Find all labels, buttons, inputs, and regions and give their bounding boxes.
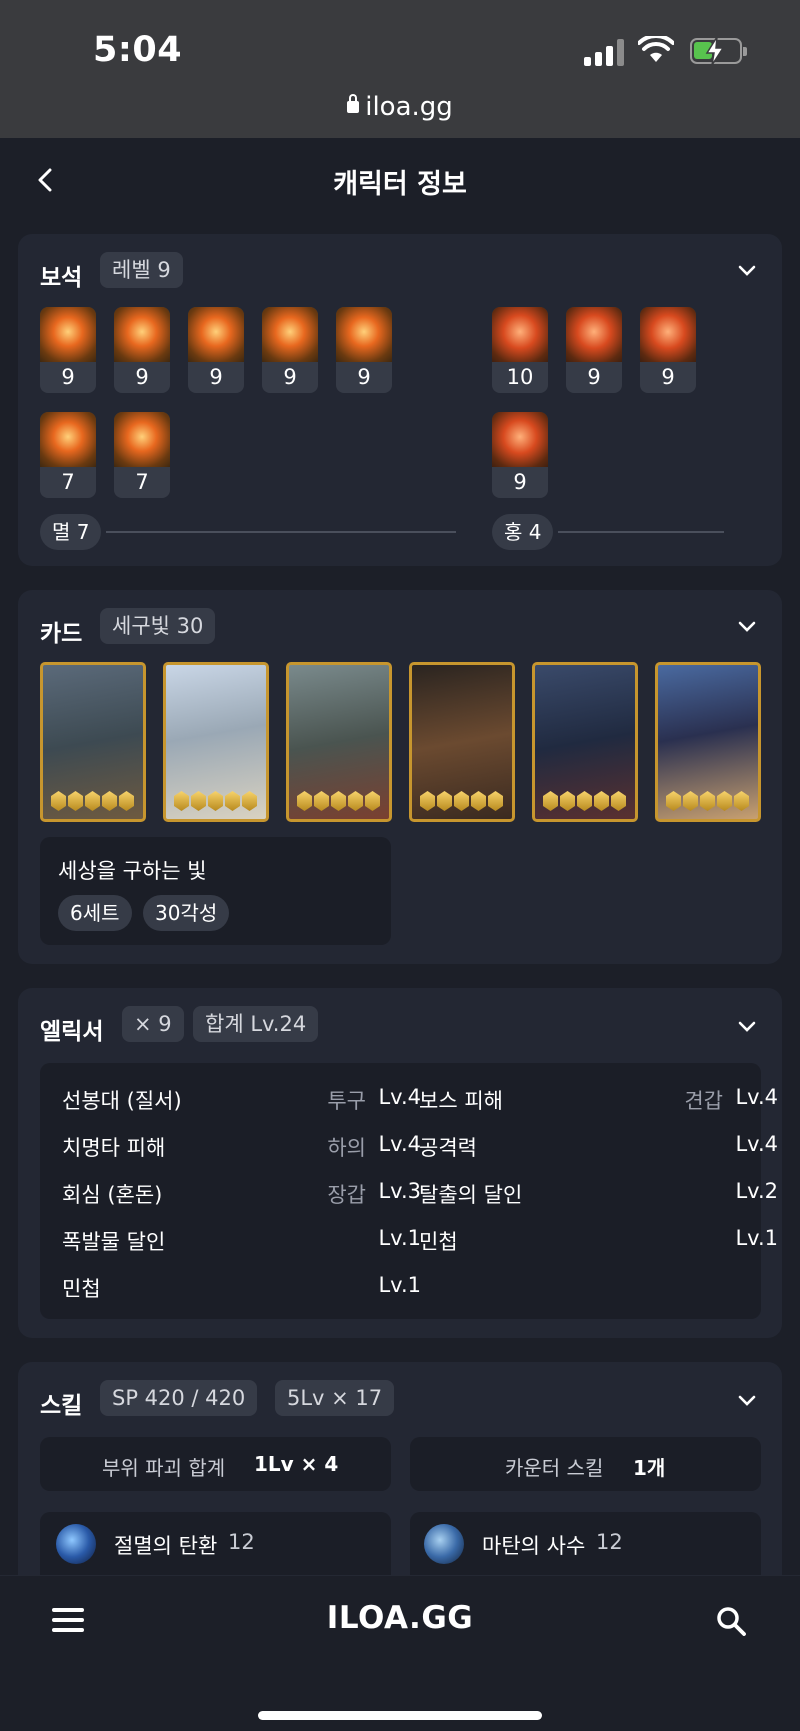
elixir-name: 탈출의 달인 [419, 1183, 523, 1207]
counter-skill-summary: 카운터 스킬 1개 [410, 1437, 761, 1491]
gem-myul[interactable]: 9 [188, 307, 244, 393]
skill-level: 12 [596, 1530, 623, 1554]
home-indicator [258, 1711, 542, 1720]
gem-myul[interactable]: 7 [40, 412, 96, 498]
gem-hong[interactable]: 9 [492, 412, 548, 498]
skill-level: 12 [228, 1530, 255, 1554]
skill-icon [56, 1524, 96, 1564]
app-header: 캐릭터 정보 [0, 138, 800, 224]
elixir-level: Lv.1 [735, 1226, 778, 1250]
elixir-level: Lv.4 [735, 1085, 778, 1109]
card-awaken-gems [297, 791, 380, 811]
lock-icon [347, 94, 360, 113]
elixir-name: 선봉대 (질서) [62, 1089, 182, 1113]
gem-hong[interactable]: 9 [640, 307, 696, 393]
elixir-title: 엘릭서 [40, 1019, 104, 1045]
card-item[interactable] [409, 662, 515, 822]
elixir-name: 공격력 [419, 1136, 477, 1160]
card-item[interactable] [163, 662, 269, 822]
card-set-info: 세상을 구하는 빛 6세트 30각성 [40, 837, 391, 945]
card-awaken-gems [543, 791, 626, 811]
status-bar: 5:04 iloa.gg [0, 0, 800, 138]
elixir-level: Lv.4 [735, 1132, 778, 1156]
skills-title: 스킬 [40, 1393, 83, 1419]
wifi-icon [638, 36, 674, 62]
signal-icon [584, 38, 626, 66]
myul-count-badge: 멸 7 [40, 514, 102, 550]
counter-skill-value: 1개 [633, 1456, 666, 1480]
card-awaken-gems [666, 791, 749, 811]
part-break-summary: 부위 파괴 합계 1Lv × 4 [40, 1437, 391, 1491]
skill-name: 마탄의 사수 [482, 1534, 586, 1558]
page-title: 캐릭터 정보 [333, 169, 467, 200]
gems-title: 보석 [40, 265, 83, 291]
site-logo[interactable]: ILOA.GG [0, 1600, 800, 1636]
elixir-table: 선봉대 (질서) 투구 Lv.4 치명타 피해 하의 Lv.4 회심 (혼돈) … [40, 1063, 778, 1319]
battery-icon [690, 37, 747, 65]
gem-myul[interactable]: 7 [114, 412, 170, 498]
part-break-label: 부위 파괴 합계 [102, 1456, 226, 1480]
divider [106, 531, 456, 533]
elixir-level: Lv.1 [378, 1226, 421, 1250]
skill-icon [424, 1524, 464, 1564]
skill-item[interactable]: 마탄의 사수 12 [410, 1512, 761, 1575]
card-set-name: 세상을 구하는 빛 [58, 859, 207, 883]
card-set-count: 6세트 [58, 895, 132, 931]
card-item[interactable] [655, 662, 761, 822]
cards-title: 카드 [40, 621, 83, 647]
gem-hong[interactable]: 9 [566, 307, 622, 393]
elixir-name: 민첩 [419, 1230, 458, 1254]
gem-myul[interactable]: 9 [262, 307, 318, 393]
status-time: 5:04 [93, 30, 183, 70]
chevron-down-icon[interactable] [738, 618, 756, 636]
elixir-name: 치명타 피해 [62, 1136, 166, 1160]
gem-level-chip: 레벨 9 [100, 252, 183, 288]
chevron-down-icon[interactable] [738, 1392, 756, 1410]
gem-myul[interactable]: 9 [114, 307, 170, 393]
card-item[interactable] [286, 662, 392, 822]
skill-name: 절멸의 탄환 [114, 1534, 218, 1558]
elixir-level: Lv.4 [378, 1132, 421, 1156]
card-set-chip: 세구빛 30 [100, 608, 216, 644]
gem-myul[interactable]: 9 [336, 307, 392, 393]
part-break-value: 1Lv × 4 [254, 1452, 339, 1476]
elixir-level: Lv.4 [378, 1085, 421, 1109]
sp-chip: SP 420 / 420 [100, 1380, 258, 1416]
elixir-level: Lv.3 [378, 1179, 421, 1203]
card-awaken-gems [420, 791, 503, 811]
card-awaken-count: 30각성 [143, 895, 230, 931]
gem-myul[interactable]: 9 [40, 307, 96, 393]
hong-count-badge: 홍 4 [492, 514, 554, 550]
gems-section: 보석 레벨 9 [18, 234, 782, 566]
chevron-down-icon[interactable] [738, 1018, 756, 1036]
counter-skill-label: 카운터 스킬 [505, 1456, 604, 1480]
elixir-name: 회심 (혼돈) [62, 1183, 163, 1207]
elixir-level: Lv.2 [735, 1179, 778, 1203]
bottom-nav: ILOA.GG [0, 1575, 800, 1731]
elixir-count-chip: × 9 [122, 1006, 184, 1042]
elixir-level: Lv.1 [378, 1273, 421, 1297]
search-icon[interactable] [716, 1606, 746, 1636]
card-awaken-gems [51, 791, 134, 811]
url-text: iloa.gg [365, 92, 453, 122]
elixir-name: 민첩 [62, 1277, 101, 1301]
gem-hong[interactable]: 10 [492, 307, 548, 393]
elixir-name: 폭발물 달인 [62, 1230, 166, 1254]
divider [558, 531, 724, 533]
card-awaken-gems [174, 791, 257, 811]
address-bar[interactable]: iloa.gg [0, 92, 800, 122]
chevron-down-icon[interactable] [738, 262, 756, 280]
card-item[interactable] [532, 662, 638, 822]
skill-level-chip: 5Lv × 17 [275, 1380, 395, 1416]
elixir-total-chip: 합계 Lv.24 [193, 1006, 319, 1042]
card-item[interactable] [40, 662, 146, 822]
elixir-name: 보스 피해 [419, 1089, 503, 1113]
skill-item[interactable]: 절멸의 탄환 12 [40, 1512, 391, 1575]
